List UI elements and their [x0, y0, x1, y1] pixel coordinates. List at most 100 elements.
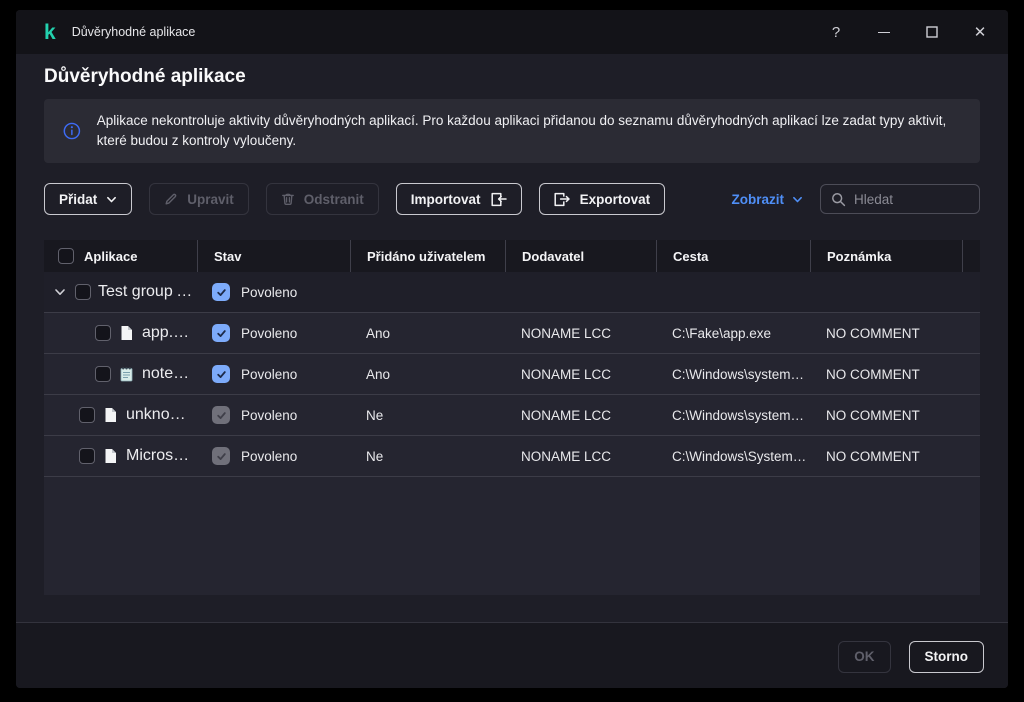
file-icon: [119, 325, 134, 341]
import-icon: [490, 192, 507, 207]
search-icon: [831, 192, 846, 207]
path-cell: C:\Fake\app.exe: [656, 326, 810, 341]
view-dropdown-label: Zobrazit: [732, 192, 785, 207]
notepad-icon: [119, 366, 134, 382]
table-row[interactable]: unknown.… Povoleno Ne NONAME LCC C:\Wind…: [44, 395, 980, 436]
added-by-user-cell: Ne: [350, 449, 505, 464]
status-checkbox-disabled: [212, 447, 230, 465]
column-header-label: Přidáno uživatelem: [367, 249, 485, 264]
table-header: Aplikace Stav Přidáno uživatelem Dodavat…: [44, 240, 980, 272]
applications-table: Aplikace Stav Přidáno uživatelem Dodavat…: [44, 240, 980, 595]
import-button[interactable]: Importovat: [396, 183, 522, 215]
added-by-user-cell: Ne: [350, 408, 505, 423]
row-checkbox[interactable]: [95, 366, 111, 382]
comment-cell: NO COMMENT: [810, 367, 962, 382]
delete-button-label: Odstranit: [304, 192, 364, 207]
column-header-spacer: [962, 240, 980, 272]
help-button[interactable]: ?: [824, 20, 848, 44]
trash-icon: [281, 192, 295, 206]
maximize-button[interactable]: [920, 20, 944, 44]
export-button[interactable]: Exportovat: [539, 183, 666, 215]
row-checkbox[interactable]: [75, 284, 91, 300]
maximize-icon: [926, 26, 938, 38]
column-header-label: Dodavatel: [522, 249, 584, 264]
added-by-user-cell: Ano: [350, 367, 505, 382]
column-header-status: Stav: [197, 240, 350, 272]
ok-button[interactable]: OK: [838, 641, 890, 673]
info-banner: Aplikace nekontroluje aktivity důvěryhod…: [44, 99, 980, 163]
pencil-icon: [164, 192, 178, 206]
column-header-added-by-user: Přidáno uživatelem: [350, 240, 505, 272]
column-header-label: Stav: [214, 249, 241, 264]
file-icon: [103, 448, 118, 464]
add-button-label: Přidat: [59, 192, 97, 207]
status-label: Povoleno: [241, 449, 297, 464]
minimize-icon: [878, 32, 890, 33]
column-header-vendor: Dodavatel: [505, 240, 656, 272]
close-button[interactable]: ✕: [968, 20, 992, 44]
vendor-cell: NONAME LCC: [505, 326, 656, 341]
column-header-label: Aplikace: [84, 249, 137, 264]
import-button-label: Importovat: [411, 192, 481, 207]
group-name: Test group App: [98, 283, 197, 301]
status-checkbox[interactable]: [212, 365, 230, 383]
comment-cell: NO COMMENT: [810, 449, 962, 464]
chevron-down-icon: [106, 194, 117, 205]
status-checkbox[interactable]: [212, 283, 230, 301]
application-name: app.exe: [142, 324, 197, 342]
export-icon: [554, 192, 571, 207]
row-checkbox[interactable]: [95, 325, 111, 341]
row-checkbox[interactable]: [79, 407, 95, 423]
window-title: Důvěryhodné aplikace: [72, 25, 196, 39]
footer: OK Storno: [16, 623, 1008, 688]
minimize-button[interactable]: [872, 20, 896, 44]
chevron-down-icon: [792, 194, 803, 205]
vendor-cell: NONAME LCC: [505, 408, 656, 423]
kaspersky-logo-icon: k: [44, 22, 56, 43]
table-row[interactable]: notepa… Povoleno Ano NONAME LCC C:\Windo…: [44, 354, 980, 395]
add-button[interactable]: Přidat: [44, 183, 132, 215]
table-row[interactable]: app.exe Povoleno Ano NONAME LCC C:\Fake\…: [44, 313, 980, 354]
column-header-comment: Poznámka: [810, 240, 962, 272]
trusted-applications-window: k Důvěryhodné aplikace ? ✕ Důvěryhodné a…: [16, 10, 1008, 688]
application-name: unknown.…: [126, 406, 197, 424]
table-row-group[interactable]: Test group App Povoleno: [44, 272, 980, 313]
table-row[interactable]: Microsoft… Povoleno Ne NONAME LCC C:\Win…: [44, 436, 980, 477]
added-by-user-cell: Ano: [350, 326, 505, 341]
application-name: notepa…: [142, 365, 197, 383]
export-button-label: Exportovat: [580, 192, 651, 207]
status-checkbox-disabled: [212, 406, 230, 424]
window-controls: ? ✕: [824, 20, 992, 44]
path-cell: C:\Windows\System…: [656, 449, 810, 464]
vendor-cell: NONAME LCC: [505, 449, 656, 464]
titlebar: k Důvěryhodné aplikace ? ✕: [16, 10, 1008, 54]
path-cell: C:\Windows\system…: [656, 367, 810, 382]
status-label: Povoleno: [241, 326, 297, 341]
select-all-checkbox[interactable]: [58, 248, 74, 264]
search-input[interactable]: [854, 192, 969, 207]
edit-button[interactable]: Upravit: [149, 183, 249, 215]
toolbar: Přidat Upravit Odstranit Importovat: [44, 183, 980, 215]
info-banner-text: Aplikace nekontroluje aktivity důvěryhod…: [97, 111, 962, 151]
column-header-label: Cesta: [673, 249, 708, 264]
comment-cell: NO COMMENT: [810, 408, 962, 423]
status-label: Povoleno: [241, 285, 297, 300]
path-cell: C:\Windows\system…: [656, 408, 810, 423]
column-header-label: Poznámka: [827, 249, 891, 264]
comment-cell: NO COMMENT: [810, 326, 962, 341]
vendor-cell: NONAME LCC: [505, 367, 656, 382]
status-label: Povoleno: [241, 367, 297, 382]
status-label: Povoleno: [241, 408, 297, 423]
cancel-button[interactable]: Storno: [909, 641, 985, 673]
collapse-chevron-icon[interactable]: [52, 284, 68, 300]
column-header-path: Cesta: [656, 240, 810, 272]
status-checkbox[interactable]: [212, 324, 230, 342]
delete-button[interactable]: Odstranit: [266, 183, 379, 215]
file-icon: [103, 407, 118, 423]
edit-button-label: Upravit: [187, 192, 234, 207]
view-dropdown[interactable]: Zobrazit: [732, 192, 804, 207]
application-name: Microsoft…: [126, 447, 197, 465]
info-icon: [62, 119, 82, 143]
column-header-application: Aplikace: [44, 240, 197, 272]
row-checkbox[interactable]: [79, 448, 95, 464]
